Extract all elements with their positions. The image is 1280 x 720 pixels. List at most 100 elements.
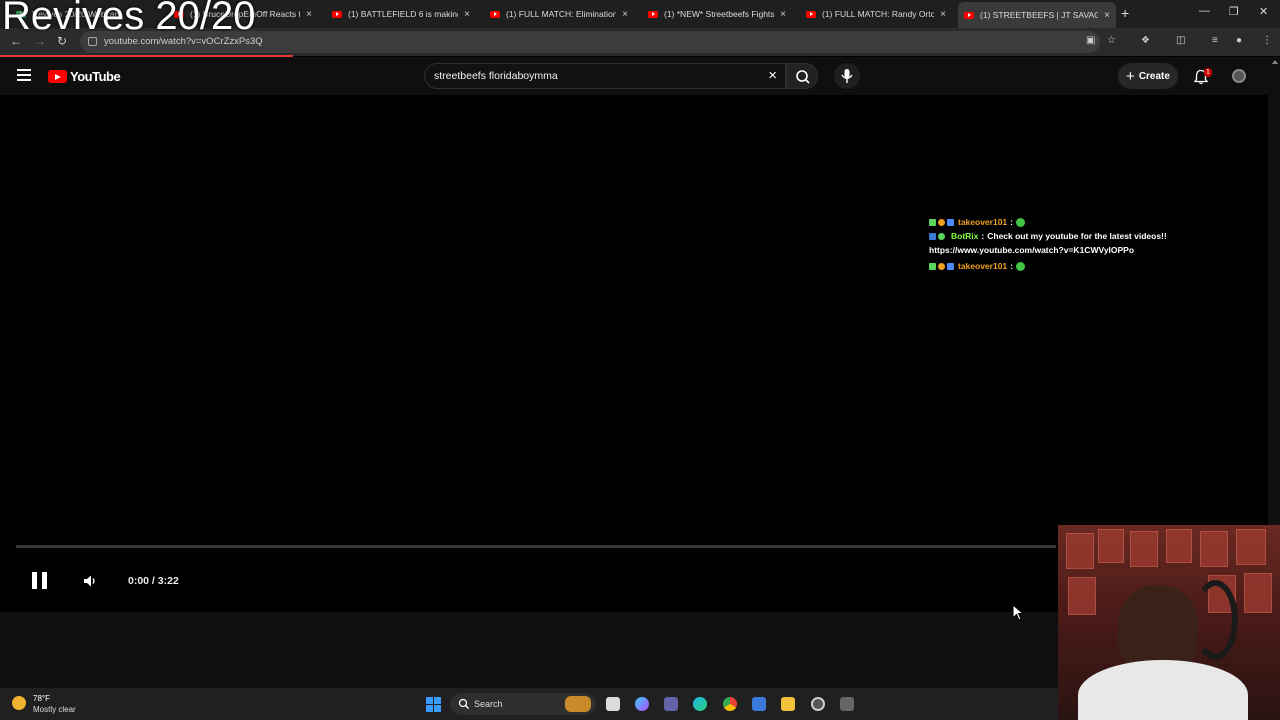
chat-badge-icon — [947, 218, 954, 226]
browser-tab[interactable]: (1) FULL MATCH: Elimination Ch × — [484, 4, 634, 24]
tab-title: (1) FULL MATCH: Elimination Ch — [506, 9, 617, 19]
hamburger-menu-icon[interactable] — [17, 69, 31, 81]
tab-close-icon[interactable]: × — [940, 9, 946, 20]
split-view-icon[interactable]: ◫ — [1176, 35, 1185, 46]
stream-overlay-text: Revives 20/20 — [2, 0, 256, 38]
chat-separator: : — [1010, 217, 1013, 227]
streaming-app-icon[interactable] — [840, 697, 854, 711]
copilot-icon[interactable] — [635, 697, 649, 711]
search-icon — [458, 698, 469, 709]
volume-button[interactable] — [82, 573, 98, 594]
browser-tab-active[interactable]: (1) STREETBEEFS | JT SAVAGE vs × — [958, 2, 1116, 28]
youtube-logo-text: YouTube — [70, 69, 121, 84]
voice-search-button[interactable] — [834, 63, 860, 89]
video-time-display: 0:00 / 3:22 — [128, 575, 179, 587]
video-progress-bar[interactable] — [16, 545, 1056, 548]
teams-icon[interactable] — [664, 697, 678, 711]
wall-poster — [1098, 529, 1124, 563]
browser-menu-icon[interactable]: ⋮ — [1262, 35, 1272, 46]
weather-icon[interactable] — [12, 696, 26, 710]
microsoft-store-icon[interactable] — [752, 697, 766, 711]
chat-emote-icon — [1016, 261, 1025, 271]
clear-search-icon[interactable]: × — [768, 67, 777, 84]
bookmark-star-icon[interactable]: ☆ — [1107, 35, 1116, 46]
wall-poster — [1166, 529, 1192, 563]
media-controls-icon[interactable]: ≡ — [1212, 35, 1218, 46]
task-view-icon[interactable] — [606, 697, 620, 711]
youtube-logo[interactable]: YouTube — [48, 69, 121, 84]
browser-tab[interactable]: (1) *NEW* Streetbeefs Fights To × — [642, 4, 792, 24]
scroll-up-arrow-icon[interactable] — [1272, 60, 1278, 64]
plus-icon: + — [1126, 67, 1135, 85]
youtube-favicon-icon — [964, 11, 974, 19]
youtube-favicon-icon — [332, 10, 342, 18]
minimize-icon[interactable]: — — [1199, 5, 1210, 17]
youtube-favicon-icon — [648, 10, 658, 18]
chat-message: takeover101 : — [929, 215, 1167, 229]
browser-tab[interactable]: (1) FULL MATCH: Randy Orton v × — [800, 4, 952, 24]
create-button[interactable]: + Create — [1118, 63, 1178, 89]
chat-message-continued: https://www.youtube.com/watch?v=K1CWVyIO… — [929, 243, 1167, 257]
new-tab-button[interactable]: + — [1121, 5, 1129, 21]
install-app-icon[interactable]: ▣ — [1086, 35, 1095, 46]
wall-poster — [1244, 573, 1272, 613]
file-explorer-icon[interactable] — [781, 697, 795, 711]
weather-temperature: 78°F — [33, 694, 50, 703]
chat-message-link: https://www.youtube.com/watch?v=K1CWVyIO… — [929, 245, 1135, 255]
close-window-icon[interactable]: ✕ — [1259, 5, 1268, 18]
windows-start-icon[interactable] — [426, 697, 441, 712]
search-button[interactable] — [786, 63, 818, 89]
tab-title: (1) BATTLEFIELD 6 is making m — [348, 9, 458, 19]
profile-icon[interactable]: ● — [1236, 35, 1242, 46]
pause-icon — [32, 572, 37, 589]
chat-emote-icon — [1016, 217, 1025, 227]
app-icon[interactable] — [811, 697, 825, 711]
wall-poster — [1200, 531, 1228, 567]
wall-poster — [1236, 529, 1266, 565]
youtube-favicon-icon — [490, 10, 500, 18]
streamer-webcam — [1058, 525, 1280, 720]
taskbar-search-label: Search — [474, 699, 503, 709]
notification-count-badge: 1 — [1204, 68, 1212, 77]
search-input[interactable]: streetbeefs floridaboymma × — [424, 63, 786, 89]
chat-badge-icon — [938, 232, 945, 240]
search-query-text: streetbeefs floridaboymma — [434, 70, 558, 82]
headset-icon — [1193, 580, 1238, 660]
chat-badge-icon — [947, 262, 954, 270]
edge-icon[interactable] — [693, 697, 707, 711]
extensions-icon[interactable]: ❖ — [1141, 35, 1150, 46]
tab-title: (1) FULL MATCH: Randy Orton v — [822, 9, 935, 19]
weather-description: Mostly clear — [33, 705, 76, 714]
chat-badge-icon — [929, 218, 936, 226]
create-label: Create — [1138, 70, 1170, 82]
search-highlight-image — [565, 696, 591, 712]
volume-icon — [84, 575, 95, 587]
account-avatar[interactable] — [1232, 69, 1246, 83]
stream-chat-overlay: takeover101 : BotRix : Check out my yout… — [929, 215, 1167, 273]
youtube-play-icon — [48, 70, 67, 83]
streamer-body — [1078, 660, 1248, 720]
youtube-header: YouTube streetbeefs floridaboymma × + Cr… — [0, 57, 1280, 95]
restore-icon[interactable]: ❐ — [1229, 5, 1239, 18]
chat-message: BotRix : Check out my youtube for the la… — [929, 229, 1167, 243]
microphone-icon — [841, 69, 853, 83]
chrome-icon[interactable] — [723, 697, 737, 711]
search-icon — [796, 70, 810, 84]
tab-close-icon[interactable]: × — [622, 9, 628, 20]
tab-close-icon[interactable]: × — [464, 9, 470, 20]
chat-message-text: Check out my youtube for the latest vide… — [987, 231, 1167, 241]
chat-username: takeover101 — [958, 217, 1008, 227]
tab-close-icon[interactable]: × — [780, 9, 786, 20]
chat-message: takeover101 : — [929, 259, 1167, 273]
tab-close-icon[interactable]: × — [1104, 10, 1110, 21]
chat-separator: : — [1010, 261, 1013, 271]
mouse-cursor-icon — [1012, 604, 1024, 621]
chat-badge-icon — [929, 262, 936, 270]
tab-title: (1) *NEW* Streetbeefs Fights To — [664, 9, 775, 19]
taskbar-search[interactable]: Search — [450, 693, 596, 715]
tab-close-icon[interactable]: × — [306, 9, 312, 20]
chat-badge-icon — [938, 218, 945, 226]
youtube-favicon-icon — [806, 10, 816, 18]
pause-button[interactable] — [32, 572, 48, 589]
browser-tab[interactable]: (1) BATTLEFIELD 6 is making m × — [326, 4, 476, 24]
